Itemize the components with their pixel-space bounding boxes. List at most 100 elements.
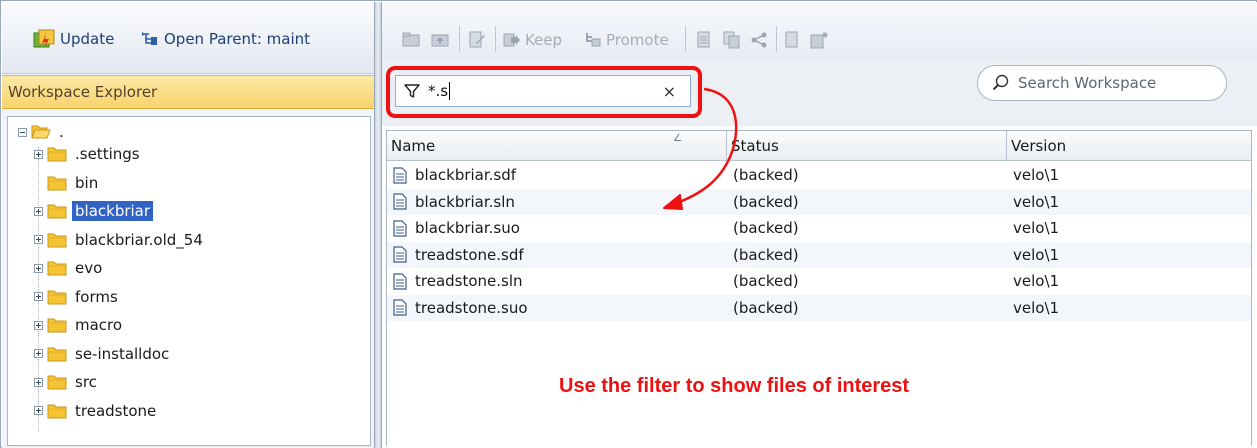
tree-item-label: . xyxy=(59,123,64,141)
status-cell: (backed) xyxy=(733,298,799,317)
update-button[interactable]: Update xyxy=(33,26,114,52)
status-cell: (backed) xyxy=(733,272,799,290)
table-row[interactable]: treadstone.suo (backed) velo\1 xyxy=(387,294,1251,321)
tree-item[interactable]: src xyxy=(34,371,100,393)
files-pane: Keep Promote *.s × Search Workspace Name… xyxy=(382,2,1257,448)
tree-item-label: bin xyxy=(75,173,99,192)
status-cell: (backed) xyxy=(733,192,799,211)
tree-item-label: se-installdoc xyxy=(75,344,170,363)
toolbar-edit-button[interactable] xyxy=(468,28,486,52)
tree-item[interactable]: forms xyxy=(34,286,121,308)
tree-item-label: evo xyxy=(75,259,103,277)
table-row[interactable]: blackbriar.suo (backed) velo\1 xyxy=(387,215,1251,241)
folder-icon xyxy=(47,318,67,333)
keep-button[interactable]: Keep xyxy=(503,28,562,52)
expand-toggle[interactable] xyxy=(34,206,43,216)
table-row[interactable]: treadstone.sln (backed) velo\1 xyxy=(387,268,1251,294)
folder-icon xyxy=(47,233,67,247)
folder-icon xyxy=(47,176,67,190)
collapse-toggle[interactable] xyxy=(18,127,27,137)
folder-icon xyxy=(47,290,67,304)
tree-item[interactable]: blackbriar.old_54 xyxy=(34,229,206,251)
promote-button[interactable]: Promote xyxy=(584,28,669,52)
keep-icon xyxy=(503,33,520,47)
pane-splitter[interactable] xyxy=(374,2,382,448)
explorer-header: Workspace Explorer xyxy=(2,75,374,109)
expand-toggle[interactable] xyxy=(34,235,43,244)
version-cell: velo\1 xyxy=(1013,192,1060,211)
file-icon xyxy=(393,193,407,210)
filter-highlight-ring xyxy=(386,66,702,118)
toolbar-document-button[interactable] xyxy=(696,28,712,52)
open-parent-button[interactable]: Open Parent: maint xyxy=(141,26,310,52)
copy-icon xyxy=(723,31,740,49)
expand-toggle[interactable] xyxy=(34,377,43,387)
folder-icon xyxy=(47,375,67,390)
filter-bar: *.s × Search Workspace xyxy=(382,60,1257,126)
promote-label: Promote xyxy=(606,31,669,49)
file-table: Name ∠ Status Version blackbriar.sdf (bac… xyxy=(386,130,1252,446)
table-row[interactable]: treadstone.sdf (backed) velo\1 xyxy=(387,241,1251,268)
tree-item[interactable]: bin xyxy=(34,172,101,194)
edit-file-icon xyxy=(469,31,485,48)
toolbar-separator xyxy=(495,26,496,52)
tree-item-label: macro xyxy=(75,316,123,334)
tree-item-root[interactable]: . xyxy=(18,121,67,143)
table-row[interactable]: blackbriar.sln (backed) velo\1 xyxy=(387,188,1251,215)
expand-toggle[interactable] xyxy=(34,349,43,358)
toolbar-share-button[interactable] xyxy=(750,28,768,52)
folder-icon xyxy=(47,347,67,361)
update-label: Update xyxy=(60,30,115,48)
workspace-explorer-pane: Update Open Parent: maint Workspace Expl… xyxy=(2,2,374,448)
toolbar-new-file-button[interactable] xyxy=(810,28,830,52)
column-header-version[interactable]: Version xyxy=(1007,131,1251,161)
search-icon xyxy=(992,74,1009,91)
left-toolbar: Update Open Parent: maint xyxy=(2,2,374,74)
version-cell: velo\1 xyxy=(1013,272,1060,290)
tree-item-label: forms xyxy=(75,287,118,306)
file-name-cell: blackbriar.sdf xyxy=(393,166,516,184)
tree-item-label: src xyxy=(75,373,97,391)
tree-item-label: treadstone xyxy=(75,401,157,420)
toolbar-separator xyxy=(685,26,686,52)
expand-toggle[interactable] xyxy=(34,292,43,301)
tree-item[interactable]: treadstone xyxy=(34,400,159,422)
update-icon xyxy=(33,29,55,48)
folder-icon xyxy=(47,204,67,219)
tree-item[interactable]: evo xyxy=(34,257,105,279)
toolbar-page-button[interactable] xyxy=(784,28,800,52)
toolbar-folder-up-button[interactable] xyxy=(431,28,449,52)
toolbar-folder-button[interactable] xyxy=(402,28,420,52)
expand-toggle[interactable] xyxy=(34,320,43,330)
toolbar-copy-button[interactable] xyxy=(723,28,741,52)
expand-toggle[interactable] xyxy=(34,406,43,415)
tree-item[interactable]: .settings xyxy=(34,143,143,165)
expand-toggle[interactable] xyxy=(34,263,43,273)
table-header: Name ∠ Status Version xyxy=(387,131,1251,161)
open-folder-icon xyxy=(31,125,51,139)
version-cell: velo\1 xyxy=(1013,219,1060,237)
file-name-cell: blackbriar.suo xyxy=(393,219,520,237)
tree-item[interactable]: blackbriar xyxy=(34,200,154,222)
tree-item-label: .settings xyxy=(75,145,140,163)
tree-item[interactable]: macro xyxy=(34,314,125,336)
file-icon xyxy=(393,166,407,184)
version-cell: velo\1 xyxy=(1013,298,1060,317)
file-name-cell: treadstone.suo xyxy=(393,299,528,317)
share-icon xyxy=(751,32,767,48)
tree-item[interactable]: se-installdoc xyxy=(34,343,172,365)
version-cell: velo\1 xyxy=(1013,245,1060,264)
open-parent-label: Open Parent: maint xyxy=(164,30,311,48)
column-header-name[interactable]: Name ∠ xyxy=(387,131,727,161)
workspace-tree: . .settings bin blackbriar blackbriar.old_5… xyxy=(7,116,371,446)
status-cell: (backed) xyxy=(733,219,799,237)
file-name-cell: treadstone.sdf xyxy=(393,246,524,264)
sort-indicator-icon: ∠ xyxy=(673,133,682,144)
search-workspace-input[interactable]: Search Workspace xyxy=(977,65,1227,101)
toolbar-separator xyxy=(459,26,460,52)
file-name-cell: treadstone.sln xyxy=(393,272,523,290)
expand-toggle[interactable] xyxy=(34,149,43,159)
table-row[interactable]: blackbriar.sdf (backed) velo\1 xyxy=(387,162,1251,188)
search-placeholder: Search Workspace xyxy=(1018,74,1157,92)
column-header-status[interactable]: Status xyxy=(727,131,1007,161)
